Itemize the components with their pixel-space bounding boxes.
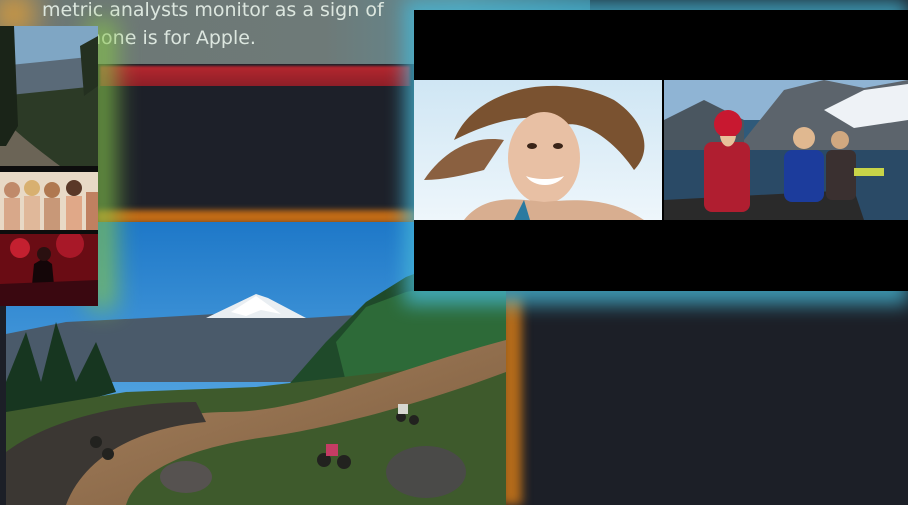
group-scene	[0, 172, 98, 230]
preview-frame-right[interactable]	[664, 80, 908, 220]
red-accent-bar	[100, 66, 410, 88]
thumbnail-forest[interactable]	[0, 26, 98, 166]
smiling-woman-scene	[414, 80, 662, 220]
thumbnail-strip	[0, 26, 98, 306]
thumbnail-group[interactable]	[0, 172, 98, 230]
preview-frame-left[interactable]	[414, 80, 662, 220]
forest-overlook-scene	[0, 26, 98, 166]
concert-scene	[0, 234, 98, 306]
dark-panel	[100, 86, 412, 212]
thumbnail-concert[interactable]	[0, 234, 98, 306]
boat-mountains-scene	[664, 80, 908, 220]
caption-line-1: metric analysts monitor as a sign of	[42, 0, 384, 21]
preview-window[interactable]	[414, 10, 908, 291]
